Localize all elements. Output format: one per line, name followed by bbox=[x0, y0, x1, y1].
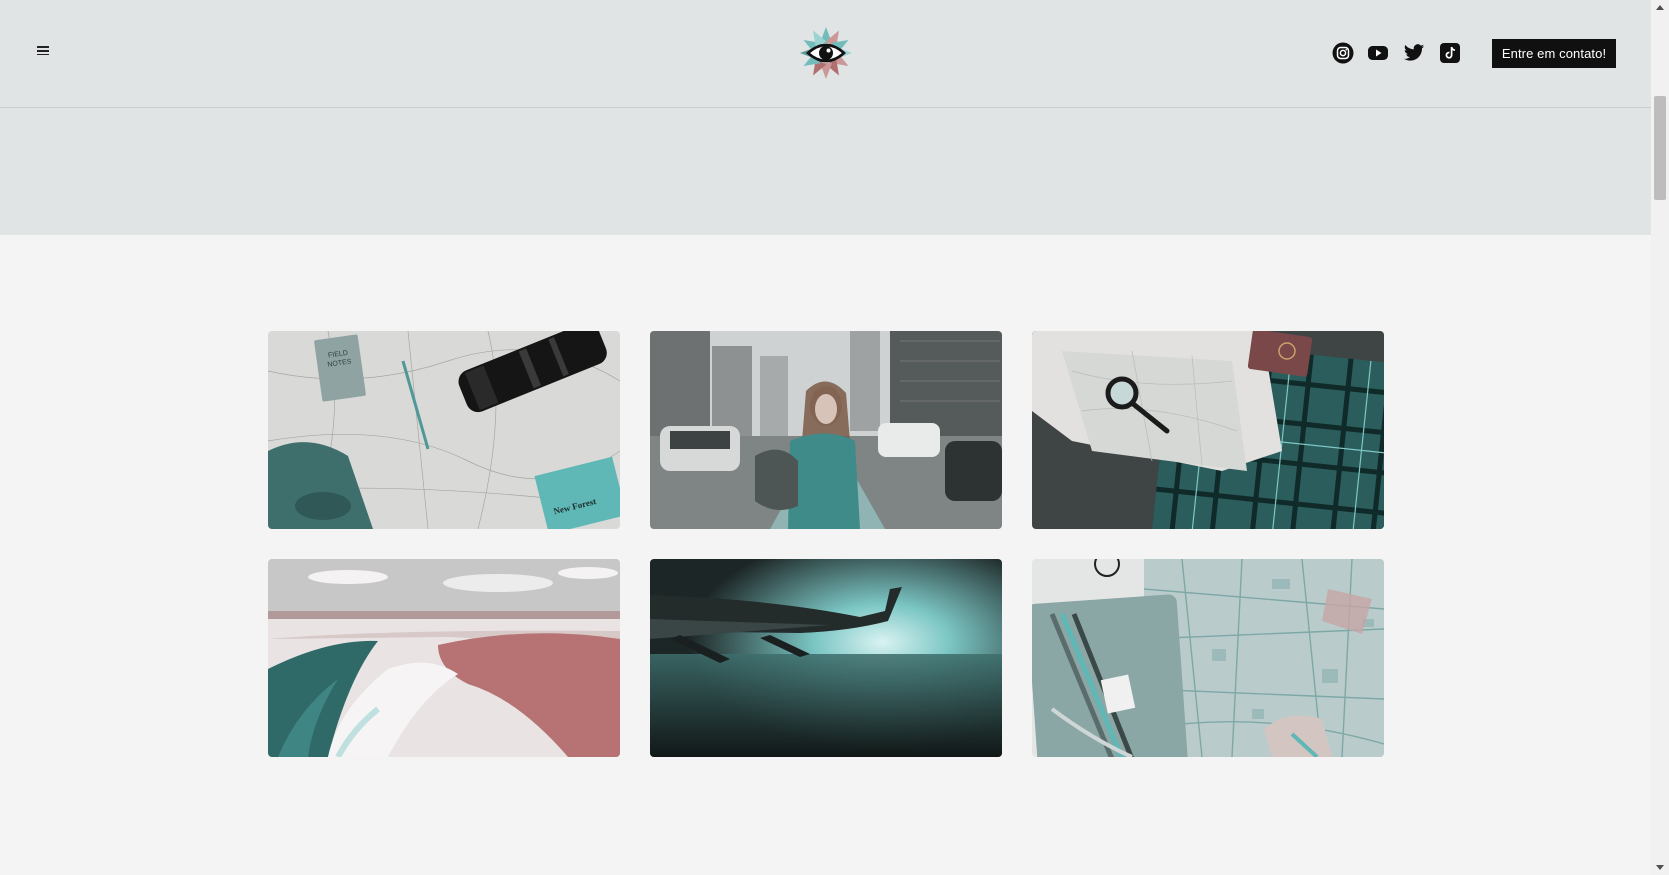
youtube-icon[interactable] bbox=[1365, 40, 1391, 66]
gallery-image-city-woman[interactable] bbox=[650, 331, 1002, 529]
page: Entre em contato! FIELD NOTES New Forest bbox=[0, 0, 1669, 875]
gallery-image-city-map-pencils[interactable] bbox=[1032, 559, 1384, 757]
gallery-image-airplane-wing[interactable] bbox=[650, 559, 1002, 757]
hamburger-menu-icon[interactable] bbox=[34, 44, 52, 62]
vertical-scrollbar[interactable] bbox=[1651, 0, 1669, 875]
tiktok-icon[interactable] bbox=[1437, 40, 1463, 66]
gallery-image-beach-lagoon[interactable] bbox=[268, 559, 620, 757]
scroll-up-arrow-icon[interactable] bbox=[1651, 0, 1669, 14]
scroll-down-arrow-icon[interactable] bbox=[1651, 861, 1669, 875]
scrollbar-thumb[interactable] bbox=[1654, 96, 1666, 200]
gallery-image-map-camera[interactable]: FIELD NOTES New Forest bbox=[268, 331, 620, 529]
contact-button[interactable]: Entre em contato! bbox=[1492, 39, 1616, 68]
hero-band bbox=[0, 108, 1651, 235]
instagram-icon[interactable] bbox=[1330, 40, 1356, 66]
twitter-icon[interactable] bbox=[1401, 40, 1427, 66]
gallery-image-map-suitcase[interactable] bbox=[1032, 331, 1384, 529]
site-header: Entre em contato! bbox=[0, 0, 1651, 108]
image-gallery: FIELD NOTES New Forest bbox=[268, 331, 1384, 757]
eye-flower-logo[interactable] bbox=[798, 25, 854, 81]
